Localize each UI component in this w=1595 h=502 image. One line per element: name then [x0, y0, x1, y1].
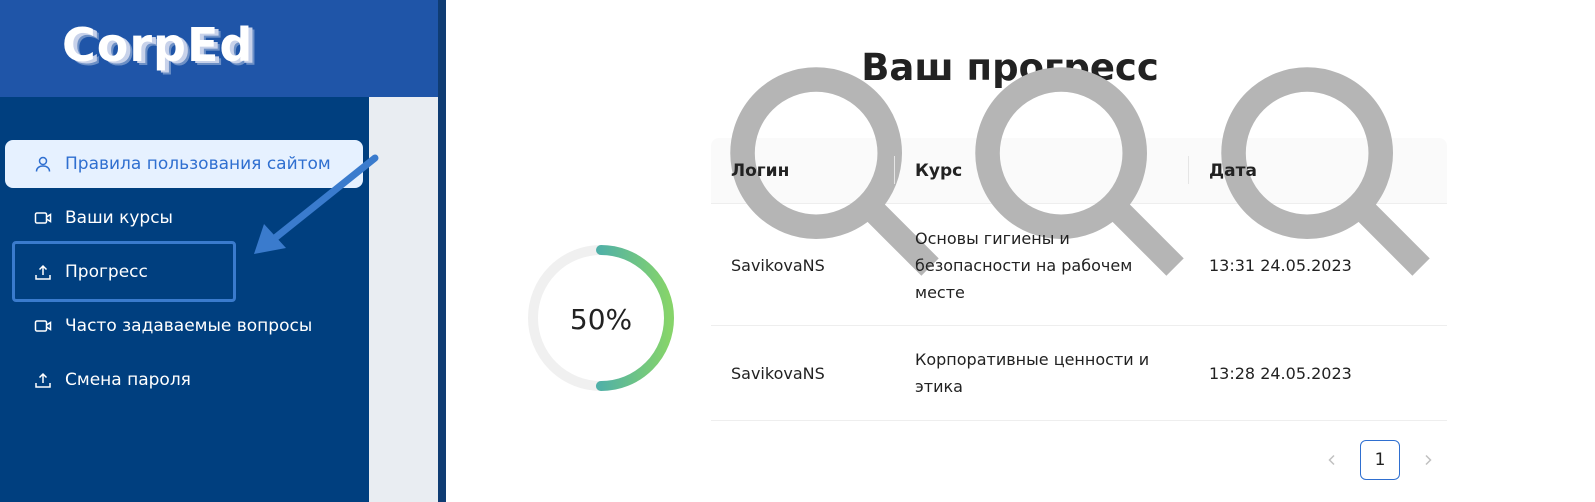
app-logo[interactable]: CorpEd — [62, 18, 253, 72]
cell-date: 13:28 24.05.2023 — [1209, 364, 1352, 383]
table-header: Логин Курс Дата — [711, 67, 1447, 276]
sidebar-item-label: Ваши курсы — [65, 208, 173, 228]
logo-bar: CorpEd — [0, 0, 440, 97]
column-divider — [894, 156, 895, 184]
table-row[interactable]: SavikovaNS Основы гигиены и безопасности… — [711, 204, 1447, 326]
sidebar-item-label: Смена пароля — [65, 370, 191, 390]
table-row[interactable]: SavikovaNS Корпоративные ценности и этик… — [711, 326, 1447, 421]
cell-course: Корпоративные ценности и этика — [915, 350, 1150, 396]
pagination: 1 — [1320, 440, 1440, 480]
sidebar-item-faq[interactable]: Часто задаваемые вопросы — [5, 302, 363, 350]
sidebar-divider — [438, 0, 446, 502]
column-divider — [1188, 156, 1189, 184]
cell-course: Основы гигиены и безопасности на рабочем… — [915, 229, 1133, 302]
annotation-arrow-icon — [254, 154, 379, 254]
chevron-right-icon[interactable] — [1416, 448, 1440, 472]
user-icon — [33, 154, 53, 174]
progress-table: Логин Курс Дата SavikovaNS Основы гигиен… — [711, 67, 1447, 421]
upload-icon — [33, 370, 53, 390]
cell-login: SavikovaNS — [731, 256, 825, 275]
video-icon — [33, 208, 53, 228]
column-header-course: Курс — [915, 161, 963, 181]
cell-login: SavikovaNS — [731, 364, 825, 383]
video-icon — [33, 316, 53, 336]
progress-percent: 50% — [569, 303, 633, 336]
highlight-annotation-box — [12, 241, 236, 302]
column-header-date: Дата — [1209, 161, 1257, 181]
column-header-login: Логин — [731, 161, 790, 181]
cell-date: 13:31 24.05.2023 — [1209, 256, 1352, 275]
chevron-left-icon[interactable] — [1320, 448, 1344, 472]
sidebar-item-change-password[interactable]: Смена пароля — [5, 356, 363, 404]
sidebar-item-label: Часто задаваемые вопросы — [65, 316, 313, 336]
page-button-current[interactable]: 1 — [1360, 440, 1400, 480]
